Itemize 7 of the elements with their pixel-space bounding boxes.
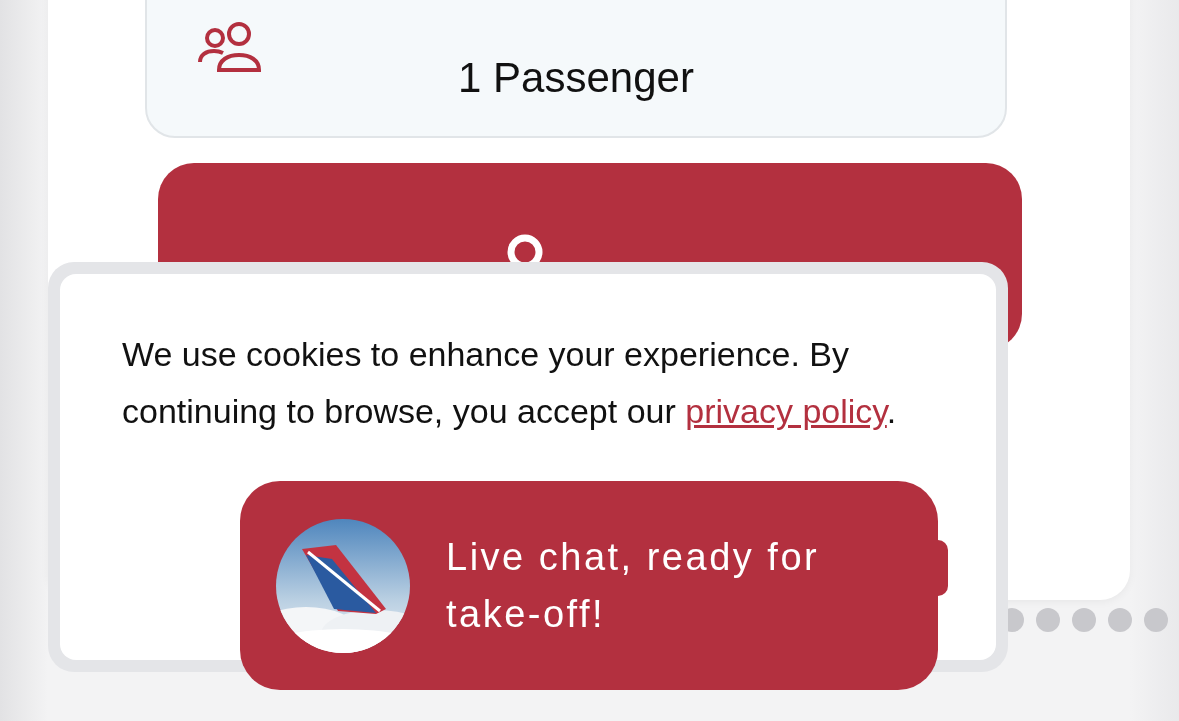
live-chat-button[interactable]: Live chat, ready for take-off! — [240, 481, 938, 690]
privacy-policy-link[interactable]: privacy policy — [685, 392, 887, 430]
passengers-field[interactable]: 1 Passenger — [145, 0, 1007, 138]
cookie-notice: We use cookies to enhance your experience. By continuing to browse, you accept our privacy policy. — [122, 334, 898, 432]
field-value: 1 Passenger — [458, 57, 694, 99]
chat-handle[interactable] — [938, 540, 948, 596]
search-icon — [507, 234, 543, 262]
